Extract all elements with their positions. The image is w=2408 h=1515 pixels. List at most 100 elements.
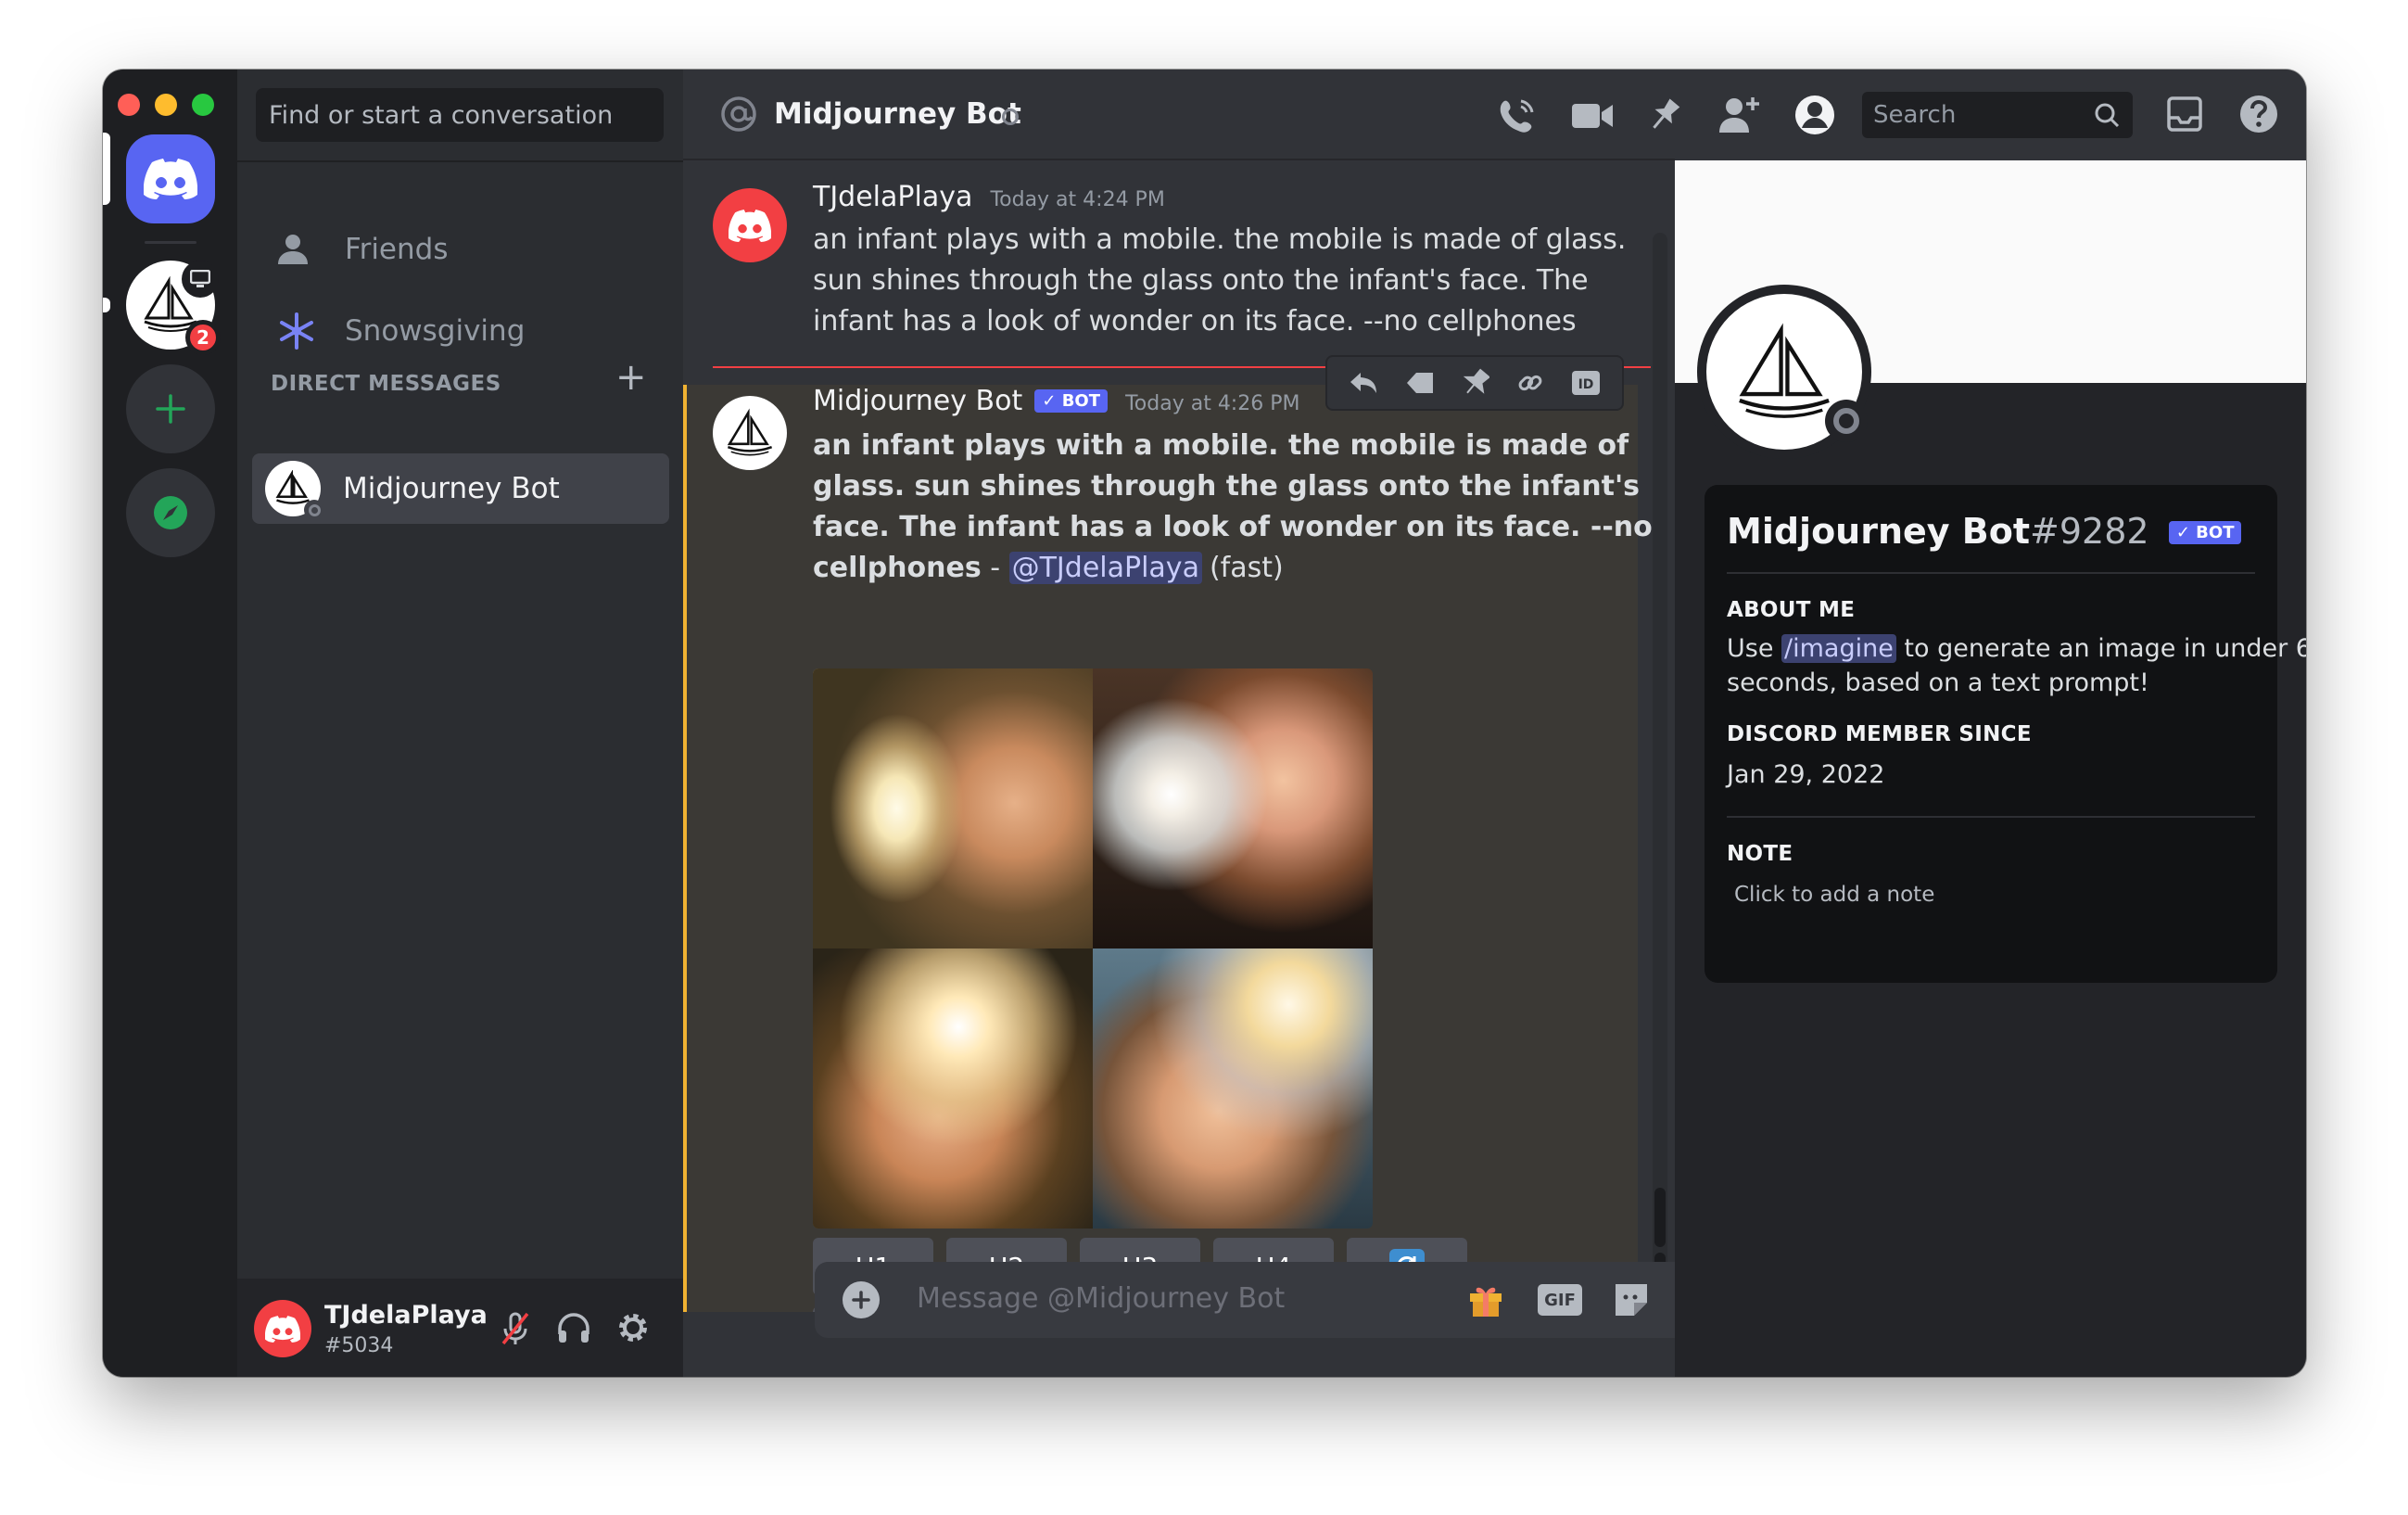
reply-icon[interactable] — [1348, 369, 1379, 397]
about-pre: Use — [1727, 634, 1782, 663]
profile-card: Midjourney Bot#9282 ✓ BOT ABOUT ME Use /… — [1705, 485, 2306, 983]
zoom-window-button[interactable] — [192, 94, 214, 116]
profile-avatar[interactable] — [1697, 285, 1871, 459]
profile-name-row: Midjourney Bot#9282 ✓ BOT — [1727, 511, 2255, 552]
sticker-icon[interactable] — [1612, 1280, 1651, 1319]
friends-icon — [276, 233, 317, 266]
prompt-end: cellphones — [813, 552, 982, 584]
generated-image[interactable] — [813, 948, 1093, 1229]
generated-image-grid[interactable] — [813, 668, 1373, 1229]
imagine-command[interactable]: /imagine — [1781, 634, 1896, 663]
chat-area: Midjourney Bot TJdelaPlaya Today at 4:24… — [683, 70, 1675, 1377]
message-author[interactable]: TJdelaPlaya — [813, 181, 972, 213]
profile-icon[interactable] — [1793, 94, 1836, 136]
divider — [1727, 816, 2255, 818]
bot-tag-label: BOT — [1061, 391, 1100, 411]
message-timestamp: Today at 4:24 PM — [990, 188, 1165, 211]
member-since-heading: DISCORD MEMBER SINCE — [1727, 722, 2032, 746]
separator: - — [981, 552, 1009, 584]
add-server-button[interactable] — [126, 364, 215, 453]
pin-icon[interactable] — [1462, 368, 1489, 398]
plus-icon — [154, 392, 187, 426]
message-composer: Message @Midjourney Bot GIF — [815, 1262, 1747, 1338]
discord-window: 2 Find or start a conversation Friends S… — [103, 70, 2306, 1377]
create-dm-button[interactable]: + — [615, 359, 647, 396]
status-offline-indicator — [1825, 400, 1868, 442]
user-profile-panel: Midjourney Bot#9282 ✓ BOT ABOUT ME Use /… — [1675, 160, 2306, 1377]
pinned-messages-icon[interactable] — [1645, 95, 1684, 134]
message-text-line: face. The infant has a look of wonder on… — [813, 511, 1653, 543]
gear-icon[interactable] — [615, 1310, 651, 1345]
user-tag: #5034 — [324, 1334, 394, 1357]
gif-label: GIF — [1544, 1290, 1576, 1310]
message-text-line: an infant plays with a mobile. the mobil… — [813, 223, 1627, 256]
about-me-text: Use /imagine to generate an image in und… — [1727, 631, 2306, 700]
gif-picker-button[interactable]: GIF — [1538, 1284, 1582, 1316]
avatar — [265, 461, 324, 520]
minimize-window-button[interactable] — [155, 94, 177, 116]
generation-mode: (fast) — [1209, 552, 1284, 584]
headphones-icon[interactable] — [556, 1310, 591, 1345]
gift-icon[interactable] — [1466, 1280, 1505, 1319]
snowsgiving-nav-item[interactable]: Snowsgiving — [252, 296, 669, 366]
message-text-line: infant has a look of wonder on its face.… — [813, 305, 1577, 337]
mute-icon[interactable] — [499, 1310, 532, 1347]
link-icon[interactable] — [1515, 368, 1545, 398]
generated-image[interactable] — [813, 668, 1093, 948]
chat-title: Midjourney Bot — [774, 97, 1021, 131]
bot-tag-label: BOT — [2196, 523, 2235, 542]
header-search-input[interactable]: Search — [1862, 92, 2133, 138]
server-midjourney[interactable]: 2 — [126, 261, 221, 355]
snowsgiving-label: Snowsgiving — [345, 314, 526, 348]
message-input[interactable]: Message @Midjourney Bot — [917, 1282, 1285, 1315]
explore-servers-button[interactable] — [126, 468, 215, 557]
avatar[interactable] — [713, 396, 787, 470]
message-text-line: sun shines through the glass onto the in… — [813, 264, 1589, 297]
tag-icon[interactable] — [1404, 369, 1436, 397]
message-text-line: glass. sun shines through the glass onto… — [813, 470, 1640, 503]
screen-share-icon — [182, 261, 219, 298]
inbox-icon[interactable] — [2166, 95, 2203, 133]
user-avatar[interactable] — [254, 1300, 311, 1357]
bot-tag: ✓ BOT — [1034, 389, 1108, 413]
add-user-icon[interactable] — [1717, 94, 1762, 134]
rail-divider — [145, 241, 196, 244]
attach-plus-icon[interactable] — [843, 1281, 880, 1318]
generated-image[interactable] — [1093, 948, 1373, 1229]
note-input[interactable]: Click to add a note — [1734, 883, 2255, 907]
boat-icon — [1733, 321, 1835, 423]
find-conversation-input[interactable]: Find or start a conversation — [256, 88, 664, 142]
chat-scrollbar[interactable] — [1653, 233, 1667, 1271]
dm-header-divider — [237, 160, 683, 162]
about-post: to generate an image in under 60 — [1895, 634, 2306, 663]
scrollbar-thumb-visible[interactable] — [1654, 1188, 1666, 1247]
search-icon — [2094, 102, 2120, 128]
video-icon[interactable] — [1571, 101, 1614, 131]
member-since-date: Jan 29, 2022 — [1727, 760, 1885, 789]
generated-image[interactable] — [1093, 668, 1373, 948]
direct-messages-heading: DIRECT MESSAGES — [271, 372, 501, 396]
server-rail: 2 — [103, 70, 237, 1377]
status-offline-indicator — [1002, 108, 1019, 125]
phone-icon[interactable] — [1497, 95, 1538, 136]
mention-highlight-bar — [683, 385, 687, 1312]
close-window-button[interactable] — [118, 94, 140, 116]
message-author[interactable]: Midjourney Bot — [813, 385, 1022, 417]
status-offline-indicator — [304, 500, 324, 520]
user-mention[interactable]: @TJdelaPlaya — [1008, 552, 1202, 584]
search-placeholder: Search — [1873, 101, 1957, 129]
avatar[interactable] — [713, 188, 787, 262]
dm-item-midjourney-bot[interactable]: Midjourney Bot — [252, 453, 669, 524]
friends-nav-item[interactable]: Friends — [252, 214, 669, 285]
home-button[interactable] — [126, 134, 215, 223]
about-me-heading: ABOUT ME — [1727, 598, 1856, 622]
id-icon[interactable]: ID — [1570, 369, 1602, 397]
discord-logo-icon — [144, 159, 197, 199]
message-item-mention: Midjourney Bot ✓ BOT Today at 4:26 PM an… — [683, 385, 1653, 1312]
dm-sidebar: Find or start a conversation Friends Sno… — [237, 70, 683, 1377]
message-timestamp: Today at 4:26 PM — [1125, 392, 1300, 415]
help-icon[interactable] — [2238, 94, 2279, 134]
svg-text:ID: ID — [1578, 377, 1594, 392]
profile-discriminator: #9282 — [2030, 511, 2149, 552]
at-icon — [720, 95, 757, 133]
